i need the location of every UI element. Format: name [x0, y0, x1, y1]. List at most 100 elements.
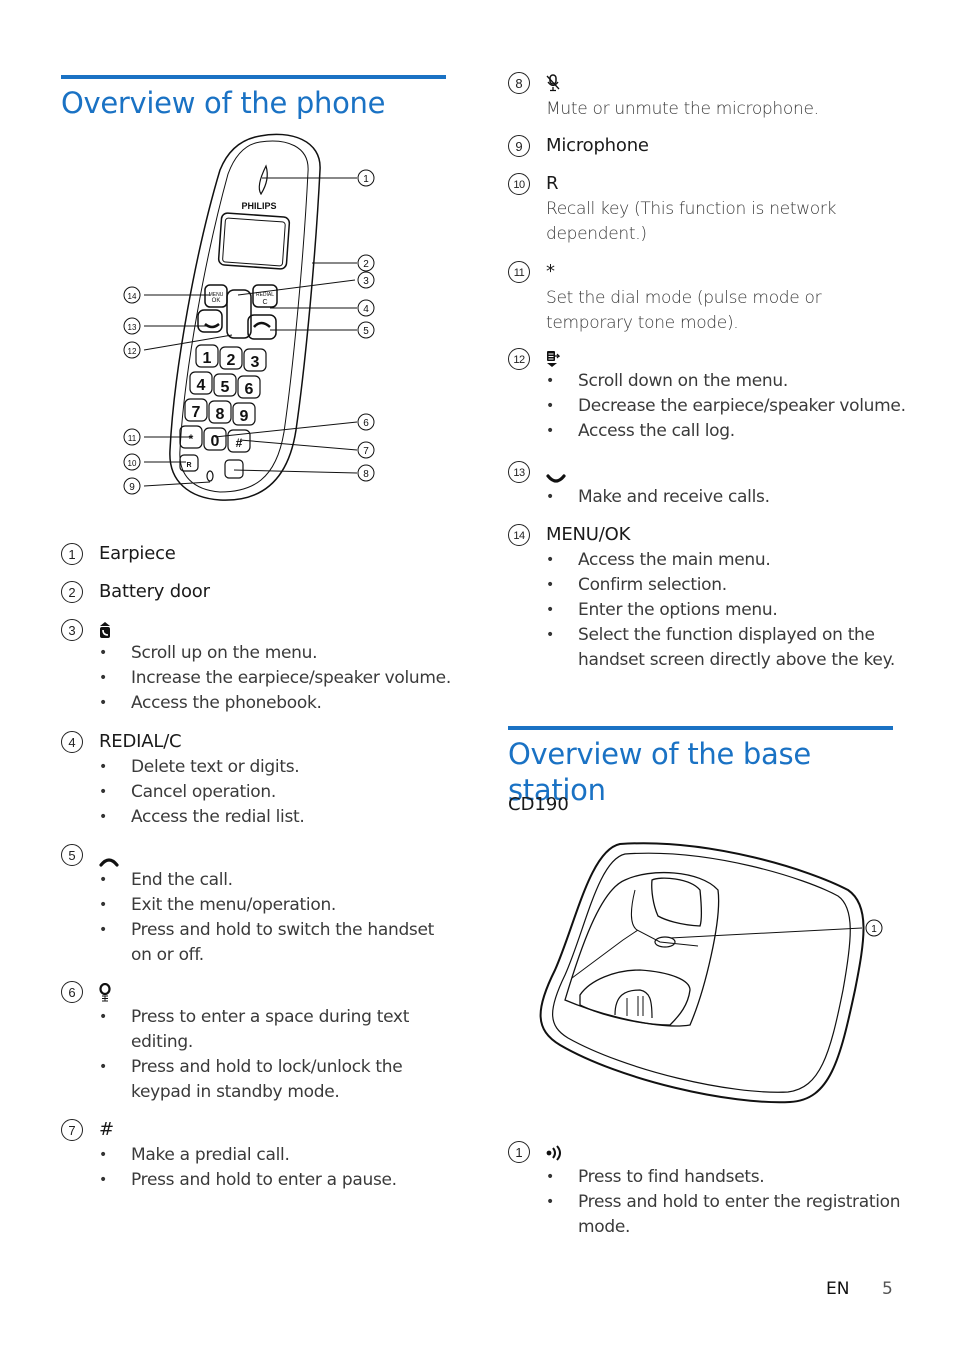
svg-text:9: 9 [240, 408, 249, 425]
item-number: 8 [508, 72, 530, 94]
base-station-figure: 1 [539, 842, 883, 1104]
bullet-item: Exit the menu/operation. [99, 893, 434, 918]
svg-text:OK: OK [212, 298, 221, 304]
bullet-item: Access the call log. [546, 419, 906, 444]
item-number: 6 [61, 981, 83, 1003]
callout-13: 13 [128, 323, 137, 332]
svg-text:REDIAL: REDIAL [256, 292, 274, 298]
bullet-item: Increase the earpiece/speaker volume. [99, 666, 451, 691]
svg-text:4: 4 [197, 377, 206, 394]
bullet-item: on or off. [131, 945, 204, 965]
svg-text:1: 1 [203, 350, 212, 367]
item-number: 12 [508, 348, 530, 370]
bullet-item: Cancel operation. [99, 780, 305, 805]
bullet-item: handset screen directly above the key. [578, 650, 896, 670]
bullet-item: Press and hold to enter a pause. [99, 1168, 397, 1193]
callout-8: 8 [363, 469, 369, 480]
item-title: Microphone [546, 135, 649, 156]
zero-key-lock-icon [99, 982, 111, 1007]
earpiece-slot [258, 164, 268, 196]
item-number: 2 [61, 581, 83, 603]
item-number: 11 [508, 261, 530, 283]
svg-text:3: 3 [251, 354, 260, 371]
item-number: 4 [61, 731, 83, 753]
bullet-item: Confirm selection. [546, 573, 895, 598]
phone-items-list: 1 Earpiece 2 Battery door 3 Scroll up on… [61, 543, 451, 1223]
page-number: 5 [882, 1279, 893, 1299]
callout-7: 7 [363, 446, 369, 457]
bullet-item: Decrease the earpiece/speaker volume. [546, 394, 906, 419]
callout-5: 5 [363, 326, 369, 337]
base-station-section: Overview of the base station CD190 [508, 726, 893, 815]
svg-text:5: 5 [221, 379, 230, 396]
bullet-item: mode. [578, 1217, 631, 1237]
phone-overview-section: Overview of the phone [61, 75, 446, 121]
bullet-item: Scroll down on the menu. [546, 369, 906, 394]
svg-text:7: 7 [192, 404, 201, 421]
phone-handset-figure: PHILIPS MENU OK REDIAL C 1 2 3 4 5 6 7 8… [123, 133, 375, 501]
bullet-item: End the call. [99, 868, 434, 893]
callout-3: 3 [363, 276, 369, 287]
bullet-item: Press and hold to lock/unlock the [99, 1055, 409, 1080]
bullet-item: Make and receive calls. [546, 485, 770, 510]
item-title: * [546, 261, 555, 282]
item-number: 14 [508, 524, 530, 546]
bullet-item: Access the main menu. [546, 548, 895, 573]
bullet-item: Select the function displayed on the [546, 623, 895, 648]
svg-text:2: 2 [227, 352, 236, 369]
phonebook-up-icon [99, 621, 111, 643]
item-number: 10 [508, 173, 530, 195]
svg-text:*: * [189, 432, 194, 446]
svg-text:C: C [262, 299, 267, 306]
svg-text:#: # [236, 436, 243, 450]
item-title: MENU/OK [546, 524, 631, 545]
model-label: CD190 [508, 794, 569, 815]
bullet-item: Press to find handsets. [546, 1165, 900, 1190]
svg-text:R: R [186, 462, 191, 469]
callout-10: 10 [128, 459, 137, 468]
callout-2: 2 [363, 259, 369, 270]
section-rule [61, 75, 446, 79]
phone-items-list-continued: 8 Mute or unmute the microphone. 9 Micro… [508, 72, 908, 692]
handset-screen [217, 212, 291, 270]
item-title: Battery door [99, 581, 210, 602]
callout-11: 11 [128, 434, 137, 443]
bullet-item: editing. [131, 1032, 193, 1052]
bullet-item: Press to enter a space during text [99, 1005, 409, 1030]
callout-1: 1 [363, 174, 369, 185]
bullet-item: Access the phonebook. [99, 691, 451, 716]
bullet-item: Delete text or digits. [99, 755, 305, 780]
callout-14: 14 [128, 292, 137, 301]
section-rule [508, 726, 893, 730]
item-number: 1 [61, 543, 83, 565]
callout-12: 12 [128, 347, 137, 356]
callout-4: 4 [363, 304, 369, 315]
section-title: Overview of the phone [61, 86, 386, 120]
bullet-item: Press and hold to switch the handset [99, 918, 434, 943]
svg-text:6: 6 [245, 381, 254, 398]
item-number: 5 [61, 844, 83, 866]
bullet-item: Press and hold to enter the registration [546, 1190, 901, 1215]
svg-text:8: 8 [216, 406, 225, 423]
item-number: 7 [61, 1119, 83, 1141]
base-outer [539, 842, 865, 1104]
item-number: 13 [508, 461, 530, 483]
item-number: 1 [508, 1141, 530, 1163]
callout-6: 6 [363, 418, 369, 429]
bullet-item: keypad in standby mode. [131, 1082, 340, 1102]
item-number: 9 [508, 135, 530, 157]
bullet-item: Enter the options menu. [546, 598, 895, 623]
bullet-item: Access the redial list. [99, 805, 305, 830]
item-title: REDIAL/C [99, 731, 182, 752]
item-title: Earpiece [99, 543, 176, 564]
bullet-item: Make a predial call. [99, 1143, 397, 1168]
paging-icon [546, 1145, 564, 1165]
item-title: R [546, 173, 559, 194]
paging-button [654, 936, 676, 948]
item-number: 3 [61, 619, 83, 641]
footer-language: EN [826, 1279, 850, 1299]
base-callout-1: 1 [871, 924, 877, 935]
item-title: # [99, 1119, 114, 1140]
base-items-list: 1 Press to find handsets. Press and hold… [508, 1141, 908, 1251]
svg-text:0: 0 [211, 433, 220, 450]
